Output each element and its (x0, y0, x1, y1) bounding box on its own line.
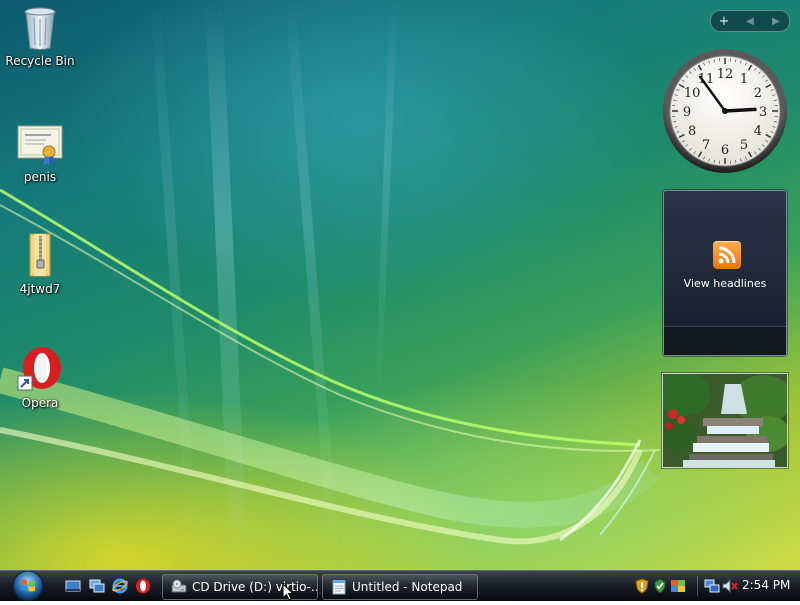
clock-number: 12 (717, 67, 734, 82)
waterfall-photo (663, 374, 787, 467)
recycle-bin-icon (16, 4, 64, 52)
desktop-icon-penis[interactable]: penis (0, 120, 80, 184)
clock-number: 1 (740, 72, 748, 87)
notepad-icon (331, 579, 347, 595)
desktop-icon-label: Opera (0, 396, 80, 410)
clock-gadget[interactable]: 121234567891011 (662, 48, 788, 174)
opera-shortcut-icon (16, 346, 64, 394)
opera-icon[interactable] (135, 578, 151, 594)
cd-drive-icon (171, 579, 187, 595)
mouse-cursor-icon (282, 583, 294, 601)
windows-start-orb (8, 571, 48, 601)
sidebar-controls: + ◀ ▶ (710, 10, 790, 32)
clock-number: 5 (740, 138, 748, 153)
clock-number: 2 (754, 86, 762, 101)
feed-headlines-gadget[interactable]: View headlines (663, 190, 787, 356)
certificate-document-icon (16, 120, 64, 168)
network-icon[interactable] (652, 578, 668, 594)
taskbar-button-label: CD Drive (D:) virtio-... (192, 580, 317, 594)
taskbar-button-cd-drive[interactable]: CD Drive (D:) virtio-... (162, 574, 318, 600)
tray-clock[interactable]: 2:54 PM (742, 578, 790, 592)
desktop-icon-recycle-bin[interactable]: Recycle Bin (0, 4, 80, 68)
switch-windows-icon[interactable] (89, 578, 105, 594)
clock-number: 8 (688, 124, 696, 139)
rss-icon (713, 241, 741, 269)
add-gadget-button[interactable]: + (713, 14, 735, 29)
view-headlines-link[interactable]: View headlines (664, 277, 786, 290)
clock-number: 6 (721, 143, 729, 158)
clock-number: 3 (759, 105, 767, 120)
desktop-icon-4jtwd7[interactable]: 4jtwd7 (0, 232, 80, 296)
desktop-icon-label: penis (0, 170, 80, 184)
volume-muted-icon[interactable] (722, 578, 738, 594)
clock-number: 9 (683, 105, 691, 120)
taskbar: CD Drive (D:) virtio-... Untitled - Note… (0, 570, 800, 601)
notification-area: 2:54 PM (630, 574, 796, 598)
tray-divider (697, 576, 698, 596)
slideshow-gadget[interactable] (662, 373, 788, 468)
clock-number: 7 (702, 138, 710, 153)
start-button[interactable] (8, 571, 48, 601)
security-shield-icon[interactable] (634, 578, 650, 594)
feed-gadget-footer (664, 326, 786, 355)
internet-explorer-icon[interactable] (112, 578, 128, 594)
clock-number: 10 (684, 86, 701, 101)
clock-hour-hand (725, 109, 755, 111)
taskbar-button-notepad[interactable]: Untitled - Notepad (322, 574, 478, 600)
desktop-icon-label: 4jtwd7 (0, 282, 80, 296)
action-center-icon[interactable] (670, 578, 686, 594)
clock-face: 121234567891011 (662, 48, 788, 174)
previous-gadgets-button[interactable]: ◀ (739, 16, 761, 27)
desktop-icon-label: Recycle Bin (0, 54, 80, 68)
next-gadgets-button[interactable]: ▶ (765, 16, 787, 27)
desktop-icon-opera[interactable]: Opera (0, 346, 80, 410)
taskbar-button-label: Untitled - Notepad (352, 580, 462, 594)
network-connection-icon[interactable] (704, 578, 720, 594)
show-desktop-icon[interactable] (65, 578, 81, 594)
zip-folder-icon (16, 232, 64, 280)
clock-number: 4 (754, 124, 762, 139)
desktop[interactable]: Recycle Bin penis (0, 0, 800, 570)
